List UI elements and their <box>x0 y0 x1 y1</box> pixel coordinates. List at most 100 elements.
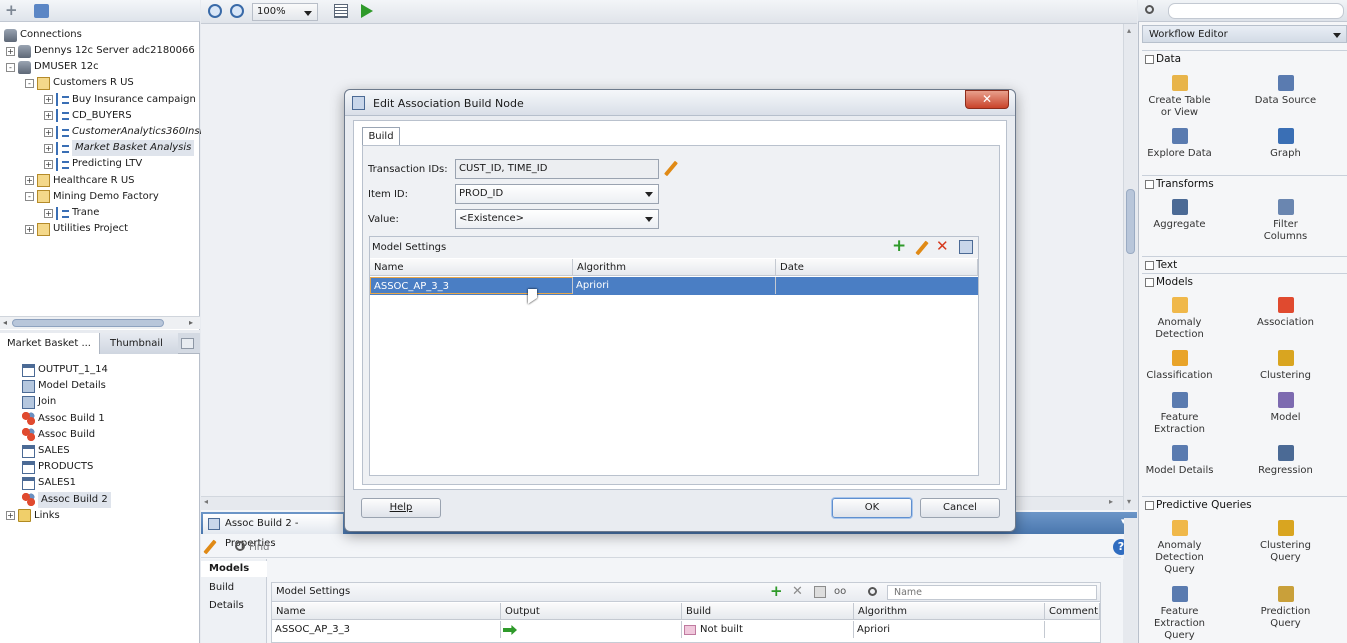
palette-item-prediction-query[interactable]: Prediction Query <box>1233 586 1338 630</box>
delete-model-setting-icon[interactable]: ✕ <box>936 238 949 255</box>
palette-section-models[interactable]: Models <box>1142 273 1347 289</box>
refresh-icon[interactable] <box>34 4 49 18</box>
prop-col-algorithm[interactable]: Algorithm <box>854 603 1045 620</box>
tree-item-trane[interactable]: + Trane <box>44 205 99 221</box>
model-filter-icon[interactable] <box>814 586 826 598</box>
expand-icon[interactable]: + <box>44 95 53 105</box>
tree-item-cd-buyers[interactable]: + CD_BUYERS <box>44 108 132 124</box>
palette-item-explore-data[interactable]: Explore Data <box>1127 128 1232 160</box>
expand-icon[interactable]: + <box>6 46 15 56</box>
structure-item[interactable]: OUTPUT_1_14 <box>22 362 108 378</box>
table-row[interactable]: ASSOC_AP_3_3 Apriori <box>370 277 978 295</box>
structure-item[interactable]: Join <box>22 394 56 410</box>
expand-icon[interactable]: + <box>44 159 53 169</box>
dialog-titlebar[interactable]: Edit Association Build Node ✕ <box>345 90 1015 116</box>
prop-row-output[interactable] <box>501 621 682 638</box>
scroll-right-icon[interactable]: ▸ <box>189 318 193 327</box>
structure-item[interactable]: Assoc Build 2 <box>22 491 111 508</box>
palette-item-regression[interactable]: Regression <box>1233 445 1338 477</box>
structure-item[interactable]: PRODUCTS <box>22 459 93 475</box>
structure-item[interactable]: SALES <box>22 443 70 459</box>
nav-details[interactable]: Details <box>201 598 267 614</box>
expand-icon[interactable]: + <box>6 511 15 521</box>
palette-section-transforms[interactable]: Transforms <box>1142 175 1347 191</box>
tree-item-customers-r-us[interactable]: - Customers R US <box>25 75 134 91</box>
palette-search-input[interactable] <box>1168 3 1344 19</box>
scroll-down-icon[interactable]: ▾ <box>1127 497 1131 506</box>
prop-col-build[interactable]: Build <box>682 603 854 620</box>
palette-item-clustering[interactable]: Clustering <box>1233 350 1338 382</box>
collapse-icon[interactable]: - <box>25 192 34 202</box>
tree-item-mining-demo-factory[interactable]: - Mining Demo Factory <box>25 189 159 205</box>
ms-col-name[interactable]: Name <box>370 259 573 276</box>
structure-item[interactable]: + Links <box>6 508 60 524</box>
palette-item-create-table-or-view[interactable]: Create Table or View <box>1127 75 1232 119</box>
tree-item-dmuser-12c[interactable]: - DMUSER 12c <box>6 59 99 75</box>
prop-table-row[interactable]: ASSOC_AP_3_3 Not built Apriori <box>272 621 1100 639</box>
palette-item-anomaly-detection[interactable]: Anomaly Detection <box>1127 297 1232 341</box>
zoom-in-icon[interactable] <box>208 4 222 18</box>
tree-item-utilities-project[interactable]: + Utilities Project <box>25 221 128 237</box>
palette-item-feature-extraction[interactable]: Feature Extraction <box>1127 392 1232 436</box>
structure-item[interactable]: Assoc Build <box>22 427 95 443</box>
tab-build[interactable]: Build <box>362 127 400 145</box>
palette-section-text[interactable]: Text <box>1142 256 1347 272</box>
palette-item-association[interactable]: Association <box>1233 297 1338 329</box>
expand-icon[interactable]: + <box>44 143 53 153</box>
tree-item-market-basket-analysis[interactable]: + Market Basket Analysis <box>44 140 195 157</box>
collapse-icon[interactable]: - <box>25 78 34 88</box>
model-setting-details-icon[interactable] <box>959 240 973 254</box>
tree-item-healthcare-r-us[interactable]: + Healthcare R US <box>25 173 134 189</box>
run-icon[interactable] <box>361 4 373 18</box>
cancel-button[interactable]: Cancel <box>920 498 1000 518</box>
collapse-icon[interactable]: - <box>6 62 15 72</box>
expand-icon[interactable]: + <box>44 127 53 137</box>
structure-item[interactable]: SALES1 <box>22 475 76 491</box>
zoom-out-icon[interactable] <box>230 4 244 18</box>
tab-market-basket[interactable]: Market Basket ... <box>0 333 100 354</box>
scroll-left-icon[interactable]: ◂ <box>3 318 7 327</box>
palette-item-model-details[interactable]: Model Details <box>1127 445 1232 477</box>
edit-model-setting-icon[interactable] <box>915 240 929 256</box>
add-model-icon[interactable]: + <box>770 584 783 599</box>
prop-col-output[interactable]: Output <box>501 603 682 620</box>
prop-col-name[interactable]: Name <box>272 603 501 620</box>
tree-item-buy-insurance-campaign[interactable]: + Buy Insurance campaign <box>44 92 196 108</box>
expand-icon[interactable]: + <box>25 224 34 234</box>
palette-item-data-source[interactable]: Data Source <box>1233 75 1338 107</box>
structure-item[interactable]: Model Details <box>22 378 106 394</box>
tab-thumbnail[interactable]: Thumbnail <box>100 333 178 354</box>
expand-icon[interactable]: + <box>44 111 53 121</box>
ok-button[interactable]: OK <box>832 498 912 518</box>
ms-col-algorithm[interactable]: Algorithm <box>573 259 776 276</box>
add-connection-icon[interactable]: + <box>5 3 18 18</box>
scroll-up-icon[interactable]: ▴ <box>1127 26 1131 35</box>
tree-item-predicting-ltv[interactable]: + Predicting LTV <box>44 156 142 172</box>
properties-icon[interactable] <box>334 4 348 18</box>
hscroll-left-icon[interactable]: ◂ <box>204 497 208 506</box>
expand-icon[interactable]: + <box>44 208 53 218</box>
properties-tab[interactable]: Assoc Build 2 - Properties <box>203 514 343 549</box>
palette-section-predictive-queries[interactable]: Predictive Queries <box>1142 496 1347 512</box>
palette-item-aggregate[interactable]: Aggregate <box>1127 199 1232 231</box>
edit-pencil-icon[interactable] <box>203 539 217 555</box>
dialog-close-button[interactable]: ✕ <box>965 90 1009 109</box>
output-arrow-icon[interactable] <box>503 625 517 635</box>
transaction-ids-field[interactable]: CUST_ID, TIME_ID <box>455 159 659 179</box>
connections-hscrollbar[interactable]: ◂ ▸ <box>0 316 200 329</box>
hscroll-right-icon[interactable]: ▸ <box>1109 497 1113 506</box>
prop-col-comment[interactable]: Comment <box>1045 603 1100 620</box>
add-model-setting-icon[interactable]: + <box>892 238 906 255</box>
palette-item-model[interactable]: Model <box>1233 392 1338 424</box>
palette-item-feature-extraction-query[interactable]: Feature Extraction Query <box>1127 586 1232 642</box>
palette-item-clustering-query[interactable]: Clustering Query <box>1233 520 1338 564</box>
connections-root[interactable]: Connections <box>4 27 82 43</box>
zoom-select[interactable]: 100% <box>252 3 318 21</box>
nav-models[interactable]: Models <box>201 561 267 577</box>
ms-col-date[interactable]: Date <box>776 259 978 276</box>
tree-item-customeranalytics360insi[interactable]: + CustomerAnalytics360Insi <box>44 124 202 140</box>
palette-item-graph[interactable]: Graph <box>1233 128 1338 160</box>
expand-icon[interactable]: + <box>25 176 34 186</box>
palette-item-filter-columns[interactable]: Filter Columns <box>1233 199 1338 243</box>
nav-build[interactable]: Build <box>201 580 267 596</box>
